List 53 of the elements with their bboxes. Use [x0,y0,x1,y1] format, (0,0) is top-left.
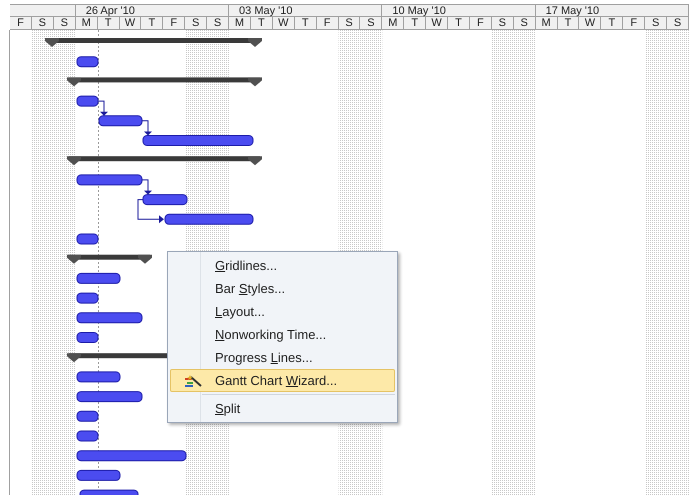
day-label: M [536,17,558,30]
day-label: T [294,17,317,30]
task-bar[interactable] [76,56,98,68]
day-label: M [229,17,251,30]
day-label: T [98,17,120,30]
task-bar[interactable] [76,234,98,244]
task-bar[interactable] [76,292,98,304]
summary-bar[interactable] [45,38,262,47]
menu-item[interactable]: Layout... [170,300,395,323]
day-label: W [120,17,142,30]
task-bar[interactable] [76,96,98,107]
menu-item[interactable]: Split [170,397,395,420]
link-arrow [98,100,108,116]
task-bar[interactable] [98,115,142,126]
task-bar[interactable] [76,272,120,284]
summary-bar[interactable] [67,156,262,166]
day-label: T [141,17,164,30]
task-bar[interactable] [80,490,138,495]
task-bar[interactable] [76,391,142,402]
link-arrow [142,120,152,136]
task-bar[interactable] [76,470,120,481]
day-label: F [316,17,339,30]
menu-item[interactable]: Nonworking Time... [170,323,395,346]
day-label: T [601,17,624,30]
menu-item[interactable]: Gantt Chart Wizard... [170,369,395,392]
summary-bar[interactable] [67,77,262,86]
task-bar[interactable] [76,371,120,382]
menu-item[interactable]: Gridlines... [170,254,395,277]
day-label: W [272,17,295,30]
menu-item[interactable]: Bar Styles... [170,277,395,300]
day-label: W [426,17,448,30]
summary-bar[interactable] [67,254,152,264]
link-arrow [138,199,164,224]
day-label: T [250,17,273,30]
day-label: F [10,17,32,30]
task-bar[interactable] [164,214,254,225]
day-label: W [579,17,602,30]
task-bar[interactable] [76,410,98,422]
task-bar[interactable] [142,194,188,206]
task-bar[interactable] [76,312,142,324]
link-arrow [142,179,152,195]
task-bar[interactable] [76,430,98,442]
day-label: M [382,17,404,30]
day-label: F [623,17,646,30]
day-label: T [404,17,426,30]
day-label: T [448,17,470,30]
day-label: F [470,17,492,30]
task-bar[interactable] [76,332,98,343]
menu-item[interactable]: Progress Lines... [170,346,395,369]
day-label: M [76,17,98,30]
day-label: T [558,17,580,30]
day-label: F [163,17,186,30]
task-bar[interactable] [76,174,142,186]
